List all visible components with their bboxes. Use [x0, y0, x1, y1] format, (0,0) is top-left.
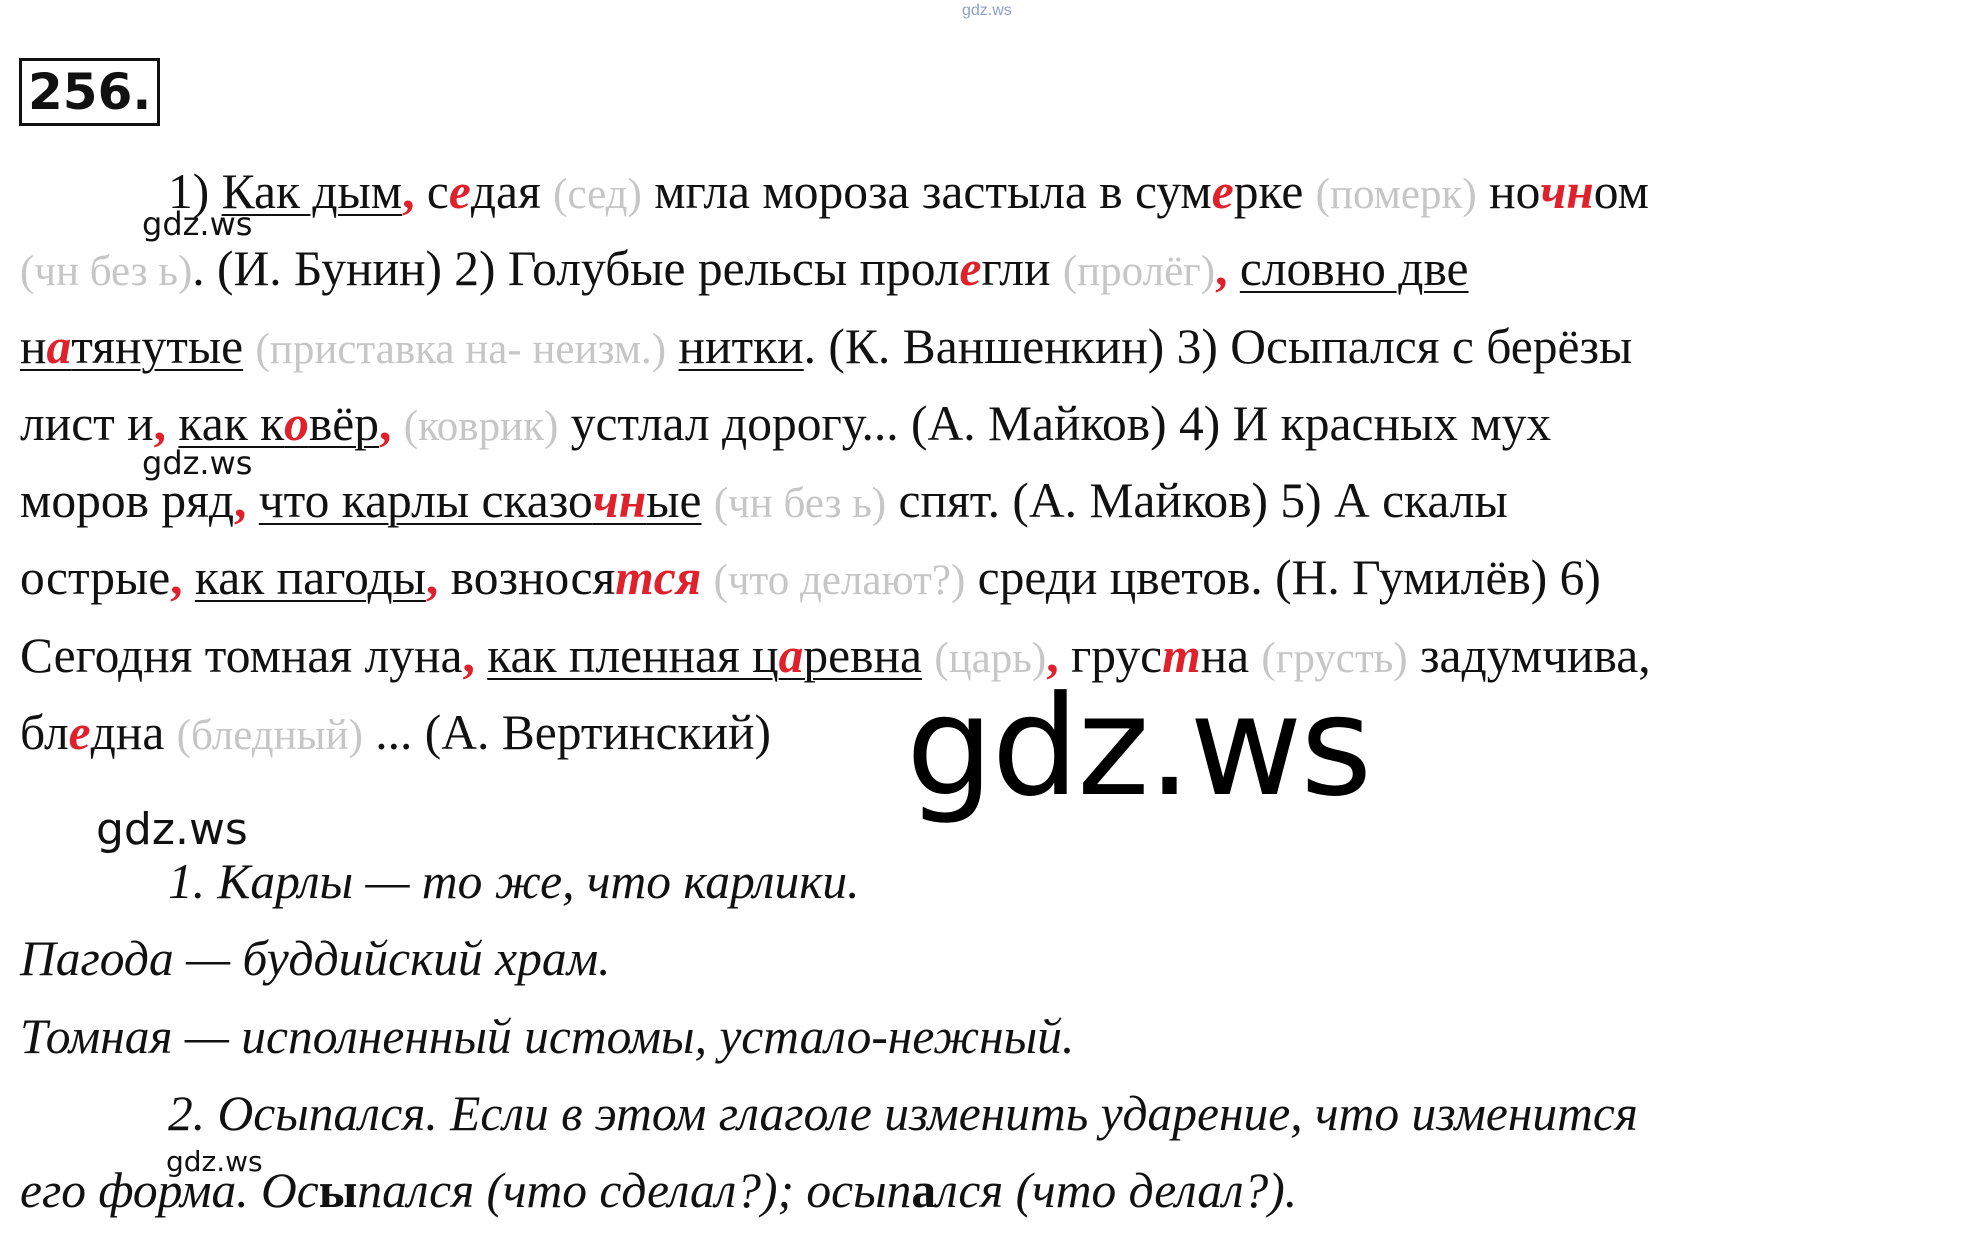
check-word-hint: (бледный): [176, 712, 363, 760]
watermark-logo: gdz.ws: [142, 444, 253, 482]
note-line-3: Томная — исполненный истомы, устало-нежн…: [20, 1008, 1075, 1064]
highlighted-ending: тся: [615, 550, 702, 606]
comma-mark: ,: [1215, 241, 1228, 297]
exercise-number: 256.: [19, 58, 161, 126]
word-part: ом: [1593, 164, 1649, 219]
word-part: тянутые: [71, 318, 244, 374]
note-line-1: 1. Карлы — то же, что карлики.: [168, 854, 860, 909]
word-part: рке: [1233, 164, 1316, 219]
word-part: Сегодня томная луна: [20, 627, 463, 683]
comma-mark: ,: [425, 550, 439, 606]
word-part: среди цветов. (Н. Гумилёв) 6): [965, 550, 1601, 606]
word-part: . (И. Бунин) 2) Голубые рельсы прол: [192, 241, 960, 297]
word-part: лист и: [20, 395, 154, 451]
highlighted-letter: а: [778, 627, 804, 683]
check-word-hint: (что делают?): [713, 557, 966, 605]
word-part: ... (А. Вертинский): [362, 705, 771, 761]
word-part: мгла мороза застыла в сум: [641, 164, 1212, 219]
note-part: пался (что сделал?); осып: [357, 1163, 912, 1219]
comparison-phrase: что карлы сказочные: [259, 473, 702, 528]
comparison-phrase: натянутые: [20, 319, 243, 374]
note-line-5: его форма. Осыпался (что сделал?); осыпа…: [20, 1152, 1960, 1229]
check-word-hint: (чн без ь): [713, 480, 887, 528]
check-word-hint: (сед): [553, 171, 642, 218]
highlighted-letter: е: [1211, 164, 1234, 219]
word-part: гли: [981, 241, 1063, 297]
watermark-logo: gdz.ws: [96, 804, 248, 855]
highlighted-letter: а: [46, 318, 72, 374]
word-part: задумчива,: [1407, 627, 1651, 683]
highlighted-letter: е: [68, 705, 91, 761]
text-line-5: моров ряд, что карлы сказочные (чн без ь…: [20, 462, 1960, 539]
note-line-4: 2. Осыпался. Если в этом глаголе изменит…: [168, 1085, 1638, 1141]
word-part: вознося: [438, 550, 616, 606]
check-word-hint: (чн без ь): [20, 248, 193, 296]
highlighted-letter: чн: [1540, 164, 1594, 219]
check-word-hint: (пролёг): [1062, 248, 1216, 296]
word-part: устлал дорогу... (А. Майков) 4) И красны…: [558, 395, 1552, 451]
check-word-hint: (померк): [1315, 171, 1477, 218]
check-word-hint: (приставка на- неизм.): [255, 325, 667, 373]
word-part: как к: [178, 395, 285, 451]
comma-mark: ,: [462, 627, 475, 683]
word-part: бл: [20, 705, 69, 761]
word-part: как пленная ц: [487, 627, 779, 683]
text-line-4: лист и, как ковёр, (коврик) устлал дорог…: [20, 385, 1960, 462]
watermark-logo-large: gdz.ws: [906, 666, 1372, 827]
highlighted-letter: е: [959, 241, 982, 297]
comma-mark: ,: [379, 395, 392, 451]
top-watermark: gdz.ws: [962, 2, 1012, 19]
word-part: ые: [646, 473, 702, 529]
stressed-letter: ы: [318, 1163, 358, 1219]
word-part: но: [1476, 164, 1541, 219]
stressed-letter: а: [911, 1163, 937, 1219]
comparison-phrase: нитки: [678, 318, 804, 374]
comparison-phrase: как пагоды: [194, 550, 426, 606]
word-part: вёр: [308, 395, 380, 451]
watermark-logo: gdz.ws: [142, 205, 253, 243]
word-part: с: [426, 164, 449, 219]
word-part: острые: [20, 550, 171, 606]
word-part: . (К. Ваншенкин) 3) Осыпался с берёзы: [803, 318, 1633, 374]
comparison-phrase: как пленная царевна: [487, 628, 922, 683]
text-line-2: (чн без ь). (И. Бунин) 2) Голубые рельсы…: [20, 230, 1960, 307]
comparison-phrase: как ковёр: [178, 396, 379, 451]
note-line-2: Пагода — буддийский храм.: [20, 931, 611, 987]
comma-mark: ,: [170, 550, 183, 606]
word-part: н: [20, 318, 47, 374]
word-part: спят. (А. Майков) 5) А скалы: [886, 473, 1508, 529]
word-part: ревна: [803, 627, 922, 683]
highlighted-letter: о: [284, 395, 309, 451]
watermark-logo: gdz.ws: [166, 1145, 263, 1178]
text-line-6: острые, как пагоды, возносятся (что дела…: [20, 539, 1960, 616]
word-part: дая: [470, 164, 554, 219]
notes: 1. Карлы — то же, что карлики. Пагода — …: [20, 843, 1960, 1229]
check-word-hint: (коврик): [403, 402, 559, 450]
text-line-1: 1) Как дым, седая (сед) мгла мороза заст…: [20, 153, 1960, 230]
note-part: лся (что делал?).: [936, 1163, 1298, 1219]
word-part: что карлы сказо: [258, 473, 593, 529]
highlighted-letter: е: [448, 164, 471, 219]
comma-mark: ,: [402, 164, 427, 219]
word-part: дна: [90, 705, 177, 761]
comma-mark: ,: [153, 395, 167, 451]
highlighted-letter: чн: [592, 473, 647, 529]
comparison-phrase: словно две: [1239, 241, 1469, 297]
text-line-3: натянутые (приставка на- неизм.) нитки. …: [20, 308, 1960, 385]
